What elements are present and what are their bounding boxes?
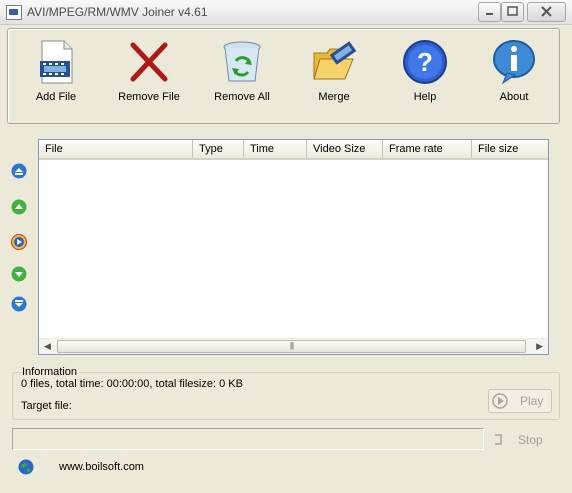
remove-all-button[interactable]: Remove All <box>197 39 287 119</box>
about-button[interactable]: About <box>469 39 559 119</box>
move-bottom-icon <box>11 296 27 312</box>
toolbar: Add File Remove File Remove All Merge ? … <box>7 28 560 124</box>
add-file-button[interactable]: Add File <box>11 39 101 119</box>
remove-all-label: Remove All <box>214 91 270 103</box>
scroll-right-icon[interactable]: ▶ <box>536 341 543 352</box>
move-top-icon <box>11 163 27 179</box>
arrow-up-icon <box>11 199 27 215</box>
column-frame-rate[interactable]: Frame rate <box>383 140 472 158</box>
question-icon: ? <box>403 40 447 84</box>
stop-label: Stop <box>518 433 543 447</box>
move-to-bottom-button[interactable] <box>11 296 27 312</box>
stop-icon <box>495 434 502 445</box>
move-up-button[interactable] <box>11 199 27 215</box>
remove-file-label: Remove File <box>118 91 180 103</box>
add-file-label: Add File <box>35 91 77 103</box>
column-file[interactable]: File <box>39 140 193 158</box>
column-time[interactable]: Time <box>244 140 307 158</box>
list-header: File Type Time Video Size Frame rate Fil… <box>39 140 548 160</box>
play-icon <box>11 234 27 250</box>
arrow-down-icon <box>11 266 27 282</box>
column-file-size[interactable]: File size <box>472 140 548 158</box>
column-type[interactable]: Type <box>193 140 244 158</box>
minimize-icon <box>486 13 493 15</box>
stop-button[interactable]: Stop <box>490 430 550 450</box>
help-button[interactable]: ? Help <box>380 39 470 119</box>
title-bar: AVI/MPEG/RM/WMV Joiner v4.61 <box>0 0 572 25</box>
window-title: AVI/MPEG/RM/WMV Joiner v4.61 <box>27 5 208 19</box>
maximize-icon <box>507 6 518 16</box>
merge-button[interactable]: Merge <box>289 39 379 119</box>
close-button[interactable] <box>527 2 566 22</box>
scrollbar-thumb[interactable]: ||| <box>57 340 526 353</box>
remove-file-button[interactable]: Remove File <box>104 39 194 119</box>
information-legend: Information <box>20 366 80 378</box>
merge-label: Merge <box>318 91 350 103</box>
minimize-button[interactable] <box>478 2 501 22</box>
info-icon <box>493 40 535 85</box>
help-label: Help <box>413 91 437 103</box>
maximize-button[interactable] <box>501 2 524 22</box>
recycle-bin-icon <box>223 41 261 82</box>
globe-icon <box>18 459 34 475</box>
preview-button[interactable] <box>11 234 27 250</box>
information-summary: 0 files, total time: 00:00:00, total fil… <box>21 378 243 390</box>
folder-film-icon <box>313 41 357 80</box>
play-button[interactable]: Play <box>488 389 552 413</box>
column-video-size[interactable]: Video Size <box>307 140 383 158</box>
scroll-left-icon[interactable]: ◀ <box>44 341 51 352</box>
website-link[interactable]: www.boilsoft.com <box>59 461 144 473</box>
move-to-top-button[interactable] <box>11 163 27 179</box>
app-window: AVI/MPEG/RM/WMV Joiner v4.61 Add File Re… <box>0 0 572 493</box>
move-down-button[interactable] <box>11 266 27 282</box>
svg-text:?: ? <box>417 47 433 77</box>
play-label: Play <box>520 394 544 408</box>
progress-bar <box>12 428 484 450</box>
close-icon <box>541 6 552 17</box>
red-x-icon <box>130 42 168 82</box>
file-list[interactable]: File Type Time Video Size Frame rate Fil… <box>38 139 549 355</box>
target-file-label: Target file: <box>21 400 72 412</box>
play-icon <box>492 393 508 409</box>
about-label: About <box>499 91 529 103</box>
film-document-icon <box>40 40 73 84</box>
app-icon[interactable] <box>6 5 22 20</box>
horizontal-scrollbar[interactable]: ◀ ||| ▶ <box>39 338 548 354</box>
